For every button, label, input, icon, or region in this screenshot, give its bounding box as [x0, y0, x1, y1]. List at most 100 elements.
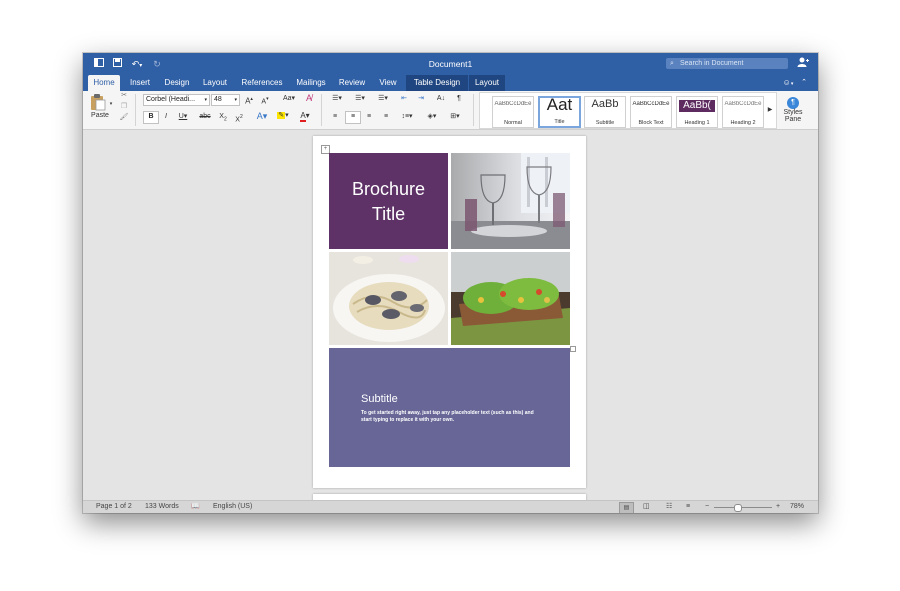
numbering-icon[interactable]: ☰▾ [351, 93, 369, 105]
tab-design[interactable]: Design [159, 75, 195, 91]
format-painter-icon[interactable]: 🖌 [119, 112, 129, 124]
paste-label[interactable]: Paste [87, 110, 113, 122]
line-spacing-icon[interactable]: ↕≡▾ [398, 111, 416, 123]
style-title-preview: Aat [546, 95, 573, 114]
zoom-slider-thumb[interactable] [734, 504, 742, 512]
zoom-out-icon[interactable]: − [705, 501, 709, 513]
styles-pane-label-line2[interactable]: Pane [780, 116, 806, 124]
style-heading-2-preview: AaBbCcDdEe [724, 101, 762, 107]
placeholder-body-line2[interactable]: start typing to replace it with your own… [361, 417, 566, 424]
word-window: ↶▾ ↻ Document1 ⌕ Search in Document Home… [83, 53, 818, 513]
style-subtitle[interactable]: AaBb Subtitle [584, 96, 626, 128]
paste-options-chevron-icon[interactable]: ▾ [108, 98, 114, 110]
font-color-icon[interactable]: A▾ [296, 110, 314, 122]
show-formatting-marks-icon[interactable]: ¶ [453, 93, 465, 105]
placeholder-body-line1[interactable]: To get started right away, just tap any … [361, 410, 566, 417]
brochure-title-line2[interactable]: Title [329, 202, 448, 227]
draft-view-icon[interactable]: ≡ [686, 501, 690, 513]
font-name-select[interactable]: Corbel (Headi... ▾ [143, 94, 210, 106]
zoom-in-icon[interactable]: + [776, 501, 780, 513]
align-center-icon[interactable]: ≡ [345, 111, 361, 124]
align-left-icon[interactable]: ≡ [328, 111, 342, 123]
align-right-icon[interactable]: ≡ [362, 111, 376, 123]
page-count[interactable]: Page 1 of 2 [96, 501, 132, 513]
ribbon-tab-bar: Home Insert Design Layout References Mai… [83, 75, 818, 91]
title-bar: ↶▾ ↻ Document1 ⌕ Search in Document [83, 53, 818, 75]
photo-pasta-clams[interactable] [329, 252, 448, 345]
style-heading-2[interactable]: AaBbCcDdEe Heading 2 [722, 96, 764, 128]
increase-indent-icon[interactable]: ⇥ [414, 93, 428, 105]
print-layout-view-icon[interactable]: ▤ [619, 502, 634, 513]
tab-view[interactable]: View [373, 75, 403, 91]
photo-salad-wraps[interactable] [451, 252, 570, 345]
multilevel-list-icon[interactable]: ☰▾ [374, 93, 392, 105]
italic-icon[interactable]: I [160, 111, 172, 123]
underline-icon[interactable]: U▾ [175, 111, 191, 123]
font-name-chevron-icon: ▾ [204, 97, 207, 103]
style-block-text-label: Block Text [638, 120, 664, 126]
grow-font-icon[interactable]: A▴ [242, 93, 256, 108]
tab-review[interactable]: Review [334, 75, 370, 91]
collapse-ribbon-icon[interactable]: ⌃ [799, 77, 809, 89]
style-title[interactable]: Aat Title [538, 95, 581, 128]
search-box[interactable]: ⌕ Search in Document [666, 58, 788, 69]
highlight-color-icon[interactable]: ✎▾ [274, 110, 292, 122]
document-canvas[interactable]: + Brochure Title Subtitle To get started… [83, 130, 818, 502]
tab-table-design[interactable]: Table Design [406, 75, 468, 91]
tab-layout[interactable]: Layout [197, 75, 233, 91]
styles-pane-icon[interactable]: ¶ [787, 97, 799, 109]
styles-gallery-next-icon[interactable]: ▶ [766, 104, 774, 116]
bold-icon[interactable]: B [143, 111, 159, 124]
tab-insert[interactable]: Insert [123, 75, 157, 91]
brochure-title-line1[interactable]: Brochure [329, 177, 448, 202]
subtitle-block[interactable]: Subtitle To get started right away, just… [329, 348, 570, 467]
table-resize-handle-icon[interactable] [570, 346, 576, 352]
shrink-font-icon[interactable]: A▾ [258, 93, 272, 108]
style-normal[interactable]: AaBbCcDdEe Normal [492, 96, 534, 128]
style-subtitle-preview: AaBb [591, 98, 619, 110]
feedback-smiley-icon[interactable]: ☺▾ [779, 77, 797, 90]
style-heading-2-label: Heading 2 [730, 120, 756, 126]
style-subtitle-label: Subtitle [595, 120, 615, 126]
share-person-icon[interactable] [796, 57, 810, 70]
web-layout-view-icon[interactable]: ◫ [643, 501, 650, 513]
sidebar-toggle-icon[interactable] [93, 58, 105, 70]
font-size-select[interactable]: 48 ▾ [211, 94, 240, 106]
style-normal-preview: AaBbCcDdEe [494, 101, 532, 107]
change-case-icon[interactable]: Aa▾ [279, 93, 299, 105]
tab-home[interactable]: Home [88, 75, 120, 91]
tab-mailings[interactable]: Mailings [291, 75, 331, 91]
text-effects-icon[interactable]: A▾ [254, 110, 270, 122]
zoom-level[interactable]: 78% [790, 501, 804, 513]
title-block[interactable]: Brochure Title [329, 153, 448, 249]
tab-references[interactable]: References [236, 75, 288, 91]
style-heading-1[interactable]: AaBb( Heading 1 [676, 96, 718, 128]
font-name-value: Corbel (Headi... [146, 96, 196, 103]
borders-icon[interactable]: ⊞▾ [446, 111, 464, 123]
save-icon[interactable] [111, 58, 123, 70]
subtitle-text[interactable]: Subtitle [361, 392, 398, 406]
word-count[interactable]: 133 Words [145, 501, 179, 513]
proofing-book-icon[interactable]: 📖 [191, 501, 200, 513]
bullets-icon[interactable]: ☰▾ [328, 93, 346, 105]
search-placeholder: Search in Document [680, 60, 744, 67]
sort-icon[interactable]: A↓ [434, 93, 448, 105]
shading-icon[interactable]: ◈▾ [423, 111, 441, 123]
photo-wine-glasses[interactable] [451, 153, 570, 249]
paste-clipboard-icon[interactable] [90, 93, 106, 111]
language-indicator[interactable]: English (US) [213, 501, 252, 513]
superscript-icon[interactable]: X2 [233, 111, 245, 126]
strikethrough-icon[interactable]: abc [197, 111, 213, 123]
clear-formatting-icon[interactable]: A̸ [302, 92, 316, 104]
outline-view-icon[interactable]: ☷ [666, 501, 672, 513]
decrease-indent-icon[interactable]: ⇤ [397, 93, 411, 105]
style-heading-1-preview: AaBb( [679, 100, 715, 112]
justify-icon[interactable]: ≡ [379, 111, 393, 123]
subscript-icon[interactable]: X2 [217, 111, 229, 125]
page-1[interactable]: + Brochure Title Subtitle To get started… [313, 136, 586, 488]
redo-icon[interactable]: ↻ [151, 58, 163, 70]
tab-table-layout[interactable]: Layout [469, 75, 505, 91]
style-block-text[interactable]: AaBbCcDdEe Block Text [630, 96, 672, 128]
zoom-slider-track[interactable] [714, 507, 772, 508]
undo-icon[interactable]: ↶▾ [129, 58, 145, 72]
